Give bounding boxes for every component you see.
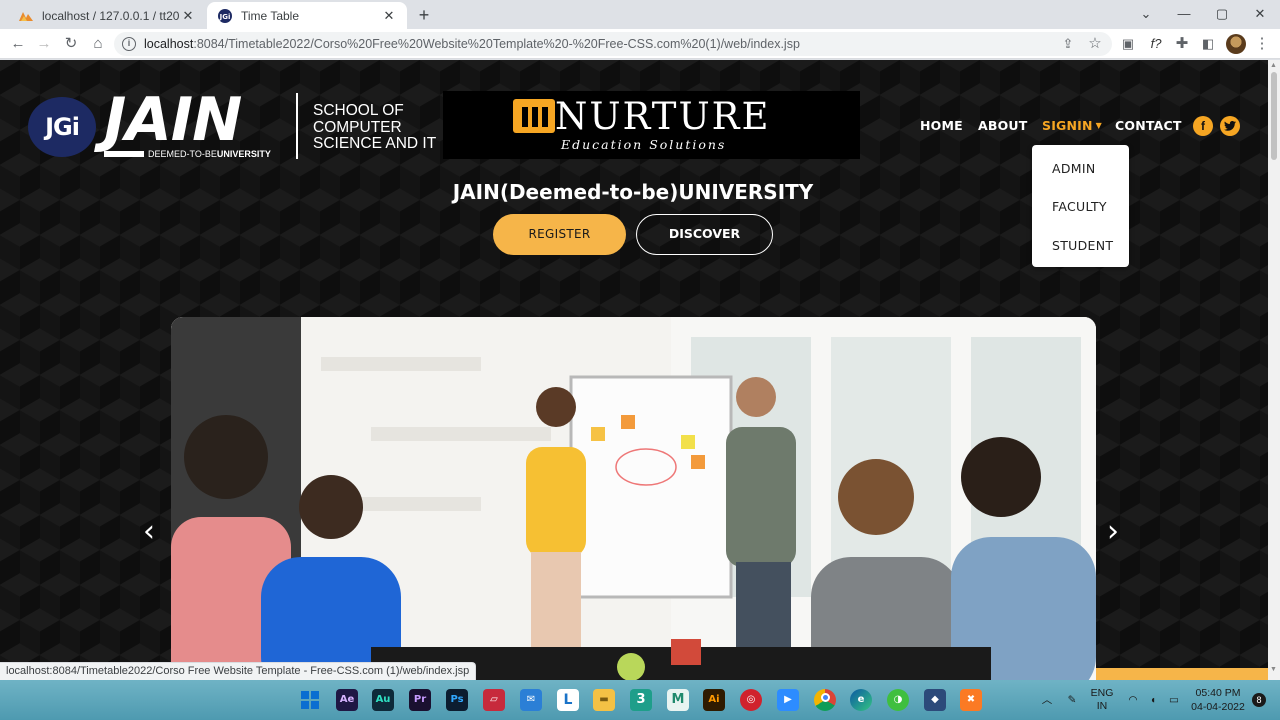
carousel-prev-icon[interactable]: ‹ bbox=[143, 517, 163, 547]
jain-tagline: DEEMED-TO-BE UNIVERSITY bbox=[104, 149, 271, 159]
photoshop-icon[interactable]: Ps bbox=[446, 689, 468, 711]
register-button[interactable]: REGISTER bbox=[493, 214, 626, 255]
url-text[interactable]: localhost:8084/Timetable2022/Corso%20Fre… bbox=[144, 37, 1112, 51]
volume-icon[interactable]: ◖ bbox=[1146, 680, 1160, 720]
zoom-icon[interactable]: ▶ bbox=[777, 689, 799, 711]
forward-icon[interactable]: → bbox=[34, 34, 54, 54]
caret-down-icon: ▼ bbox=[1092, 121, 1103, 130]
site-info-icon[interactable]: i bbox=[122, 37, 136, 51]
app-3-icon[interactable]: 3 bbox=[630, 689, 652, 711]
language-indicator[interactable]: ENG IN bbox=[1090, 680, 1114, 720]
signin-dropdown-menu: ADMIN FACULTY STUDENT bbox=[1032, 145, 1129, 267]
jgi-logo[interactable]: JGi bbox=[28, 97, 96, 157]
scrollbar-thumb[interactable] bbox=[1271, 72, 1277, 160]
show-hidden-icons-icon[interactable]: ︿ bbox=[1040, 680, 1054, 720]
tab-search-icon[interactable]: ⌄ bbox=[1136, 4, 1156, 24]
menu-kebab-icon[interactable]: ⋮ bbox=[1252, 34, 1272, 54]
extension-icon[interactable]: ▣ bbox=[1118, 34, 1138, 54]
tab-phpmyadmin[interactable]: localhost / 127.0.0.1 / tt2022 / fa ✕ bbox=[8, 2, 206, 29]
jain-logo-wordmark[interactable]: JAIN bbox=[104, 88, 242, 152]
menu-item-admin[interactable]: ADMIN bbox=[1052, 161, 1096, 176]
xampp-icon[interactable]: ✖ bbox=[960, 689, 982, 711]
nav-about[interactable]: ABOUT bbox=[978, 118, 1028, 133]
phpmyadmin-icon bbox=[18, 8, 34, 24]
tab-title: Time Table bbox=[241, 8, 300, 23]
nav-home[interactable]: HOME bbox=[920, 118, 963, 133]
scroll-down-icon[interactable]: ▼ bbox=[1270, 666, 1277, 673]
facebook-icon[interactable]: f bbox=[1193, 116, 1213, 136]
menu-item-student[interactable]: STUDENT bbox=[1052, 238, 1113, 253]
red-circle-app-icon[interactable]: ◎ bbox=[740, 689, 762, 711]
close-tab-icon[interactable]: ✕ bbox=[180, 8, 196, 24]
new-tab-button[interactable]: + bbox=[414, 5, 434, 25]
after-effects-icon[interactable]: Ae bbox=[336, 689, 358, 711]
nurture-wordmark: NURTURE bbox=[555, 95, 771, 138]
clock[interactable]: 05:40 PM 04-04-2022 bbox=[1188, 680, 1248, 720]
accent-strip bbox=[1096, 668, 1268, 680]
minimize-button[interactable]: — bbox=[1174, 4, 1194, 24]
twitter-icon[interactable] bbox=[1220, 116, 1240, 136]
side-panel-icon[interactable]: ◧ bbox=[1198, 34, 1218, 54]
tab-title: localhost / 127.0.0.1 / tt2022 / fa bbox=[42, 8, 180, 23]
maximize-button[interactable]: ▢ bbox=[1212, 4, 1232, 24]
edge-icon[interactable]: e bbox=[850, 689, 872, 711]
audition-icon[interactable]: Au bbox=[372, 689, 394, 711]
svg-text:JGi: JGi bbox=[219, 13, 231, 21]
close-window-button[interactable]: ✕ bbox=[1250, 4, 1270, 24]
chrome-icon[interactable] bbox=[814, 689, 836, 711]
webpage-viewport: JGi JAIN DEEMED-TO-BE UNIVERSITY SCHOOL … bbox=[0, 60, 1268, 680]
nurture-mark-icon bbox=[513, 99, 555, 133]
back-icon[interactable]: ← bbox=[8, 34, 28, 54]
share-icon[interactable]: ⇪ bbox=[1058, 34, 1078, 54]
jgi-favicon-icon: JGi bbox=[217, 8, 233, 24]
m-app-icon[interactable]: M bbox=[667, 689, 689, 711]
tagline-bar bbox=[104, 151, 144, 157]
page-scrollbar[interactable]: ▲ ▼ bbox=[1268, 60, 1280, 680]
browser-toolbar: ← → ↻ ⌂ i localhost:8084/Timetable2022/C… bbox=[0, 29, 1280, 59]
classroom-photo bbox=[171, 317, 1096, 680]
wifi-icon[interactable]: ◠ bbox=[1126, 680, 1140, 720]
extensions-puzzle-icon[interactable]: ✚ bbox=[1172, 34, 1192, 54]
premiere-icon[interactable]: Pr bbox=[409, 689, 431, 711]
profile-avatar[interactable] bbox=[1226, 34, 1246, 54]
carousel-slide-image bbox=[171, 317, 1096, 680]
hero-title: JAIN(Deemed-to-be)UNIVERSITY bbox=[452, 180, 814, 204]
school-name: SCHOOL OF COMPUTER SCIENCE AND IT bbox=[313, 102, 437, 152]
link-status-bar: localhost:8084/Timetable2022/Corso Free … bbox=[0, 662, 477, 680]
discover-button[interactable]: DISCOVER bbox=[636, 214, 773, 255]
nurture-tagline: Education Solutions bbox=[561, 137, 727, 152]
reload-icon[interactable]: ↻ bbox=[61, 34, 81, 54]
scroll-up-icon[interactable]: ▲ bbox=[1270, 62, 1277, 69]
windows-taskbar: Ae Au Pr Ps ▱ ✉ L ▬ 3 M Ai ◎ ▶ e ◑ ◆ ✖ ︿… bbox=[0, 680, 1280, 720]
home-icon[interactable]: ⌂ bbox=[88, 34, 108, 54]
tab-time-table[interactable]: JGi Time Table ✕ bbox=[207, 2, 407, 29]
browser-tab-strip: localhost / 127.0.0.1 / tt2022 / fa ✕ JG… bbox=[0, 0, 1280, 29]
box-app-icon[interactable]: ◆ bbox=[924, 689, 946, 711]
nurture-logo[interactable]: NURTURE Education Solutions bbox=[443, 91, 860, 159]
file-explorer-icon[interactable]: ▬ bbox=[593, 689, 615, 711]
nav-signin[interactable]: SIGNIN ▼ bbox=[1042, 118, 1102, 133]
l-app-icon[interactable]: L bbox=[557, 689, 579, 711]
mail-icon[interactable]: ✉ bbox=[520, 689, 542, 711]
carousel-next-icon[interactable]: › bbox=[1107, 517, 1127, 547]
notification-badge[interactable]: 8 bbox=[1252, 693, 1266, 707]
illustrator-icon[interactable]: Ai bbox=[703, 689, 725, 711]
close-tab-icon[interactable]: ✕ bbox=[381, 8, 397, 24]
green-app-icon[interactable]: ◑ bbox=[887, 689, 909, 711]
pen-icon[interactable]: ✎ bbox=[1064, 680, 1080, 720]
address-bar[interactable]: i localhost:8084/Timetable2022/Corso%20F… bbox=[114, 32, 1112, 56]
windows-start-icon[interactable] bbox=[299, 689, 321, 711]
formula-extension-icon[interactable]: f? bbox=[1146, 34, 1166, 54]
bookmark-star-icon[interactable]: ☆ bbox=[1085, 34, 1105, 54]
nav-contact[interactable]: CONTACT bbox=[1115, 118, 1182, 133]
red-app-icon[interactable]: ▱ bbox=[483, 689, 505, 711]
battery-icon[interactable]: ▭ bbox=[1166, 680, 1182, 720]
logo-divider bbox=[296, 93, 298, 159]
